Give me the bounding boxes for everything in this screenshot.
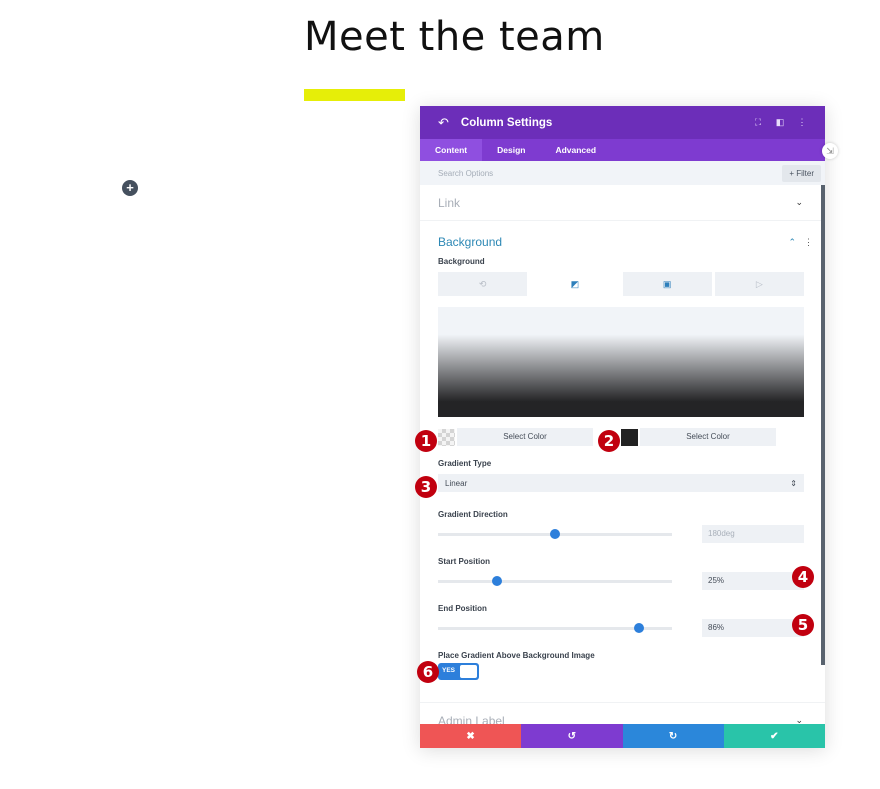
redo-icon: ↻ — [668, 730, 678, 742]
section-menu-icon[interactable]: ⋮ — [804, 237, 813, 248]
tab-content[interactable]: Content — [420, 139, 483, 161]
search-options-input[interactable]: Search Options — [438, 169, 782, 178]
link-section-label: Link — [438, 195, 461, 210]
gradient-type-select[interactable]: Linear ⇕ — [438, 474, 804, 492]
gradient-icon: ◩ — [570, 278, 580, 289]
modal-resize-handle[interactable]: ⇲ — [822, 143, 838, 159]
background-type-tabs: ⟲ ◩ ▣ ▷ — [438, 272, 804, 296]
gradient-direction-field: Gradient Direction 180deg — [438, 510, 813, 543]
end-position-field: End Position 86% — [438, 604, 813, 637]
bg-tab-gradient[interactable]: ◩ — [530, 272, 620, 296]
modal-header: ↶ Column Settings ⛶ ◧ ⋮ — [420, 106, 825, 139]
close-icon: ✖ — [466, 730, 475, 742]
background-section-header[interactable]: Background ⌃ ⋮ — [438, 235, 813, 249]
annotation-badge-3: 3 — [415, 476, 437, 498]
back-icon[interactable]: ↶ — [438, 115, 449, 131]
redo-button[interactable]: ↻ — [622, 724, 724, 748]
undo-icon: ↺ — [567, 730, 577, 742]
settings-scroll-area: Link ⌄ Background ⌃ ⋮ Background ⟲ ◩ ▣ ▷… — [420, 185, 825, 724]
checkmark-icon: ✔ — [770, 730, 779, 742]
place-gradient-toggle[interactable]: YES — [438, 663, 479, 680]
start-position-field: Start Position 25% — [438, 557, 813, 590]
column-settings-modal: ↶ Column Settings ⛶ ◧ ⋮ Content Design A… — [420, 106, 825, 748]
page-title: Meet the team — [304, 14, 605, 60]
end-select-color-button[interactable]: Select Color — [640, 428, 776, 446]
gradient-type-value: Linear — [445, 478, 468, 488]
undo-button[interactable]: ↺ — [521, 724, 623, 748]
annotation-badge-2: 2 — [598, 430, 620, 452]
more-options-icon[interactable]: ⋮ — [791, 117, 813, 128]
bg-tab-image[interactable]: ▣ — [622, 272, 712, 296]
start-color-swatch[interactable] — [438, 428, 455, 446]
save-button[interactable]: ✔ — [723, 724, 825, 748]
tab-advanced[interactable]: Advanced — [540, 139, 611, 161]
discard-button[interactable]: ✖ — [420, 724, 522, 748]
chevron-up-icon[interactable]: ⌃ — [788, 237, 796, 248]
gradient-colors-row: Select Color Select Color — [438, 427, 813, 447]
scrollbar[interactable] — [821, 185, 825, 665]
end-position-slider[interactable] — [438, 622, 672, 633]
start-select-color-button[interactable]: Select Color — [457, 428, 593, 446]
split-view-icon[interactable]: ◧ — [769, 117, 791, 128]
background-section-label: Background — [438, 235, 503, 249]
admin-label-section-label: Admin Label — [438, 713, 505, 725]
slider-handle[interactable] — [491, 575, 502, 586]
gradient-direction-label: Gradient Direction — [438, 510, 508, 519]
start-position-input[interactable]: 25% — [702, 572, 804, 590]
end-position-input[interactable]: 86% — [702, 619, 804, 637]
search-row: Search Options + Filter — [420, 161, 825, 185]
toggle-thumb — [460, 665, 477, 678]
select-arrows-icon: ⇕ — [790, 478, 797, 488]
modal-title: Column Settings — [460, 116, 553, 129]
gradient-type-label: Gradient Type — [438, 459, 492, 468]
background-section: Background ⌃ ⋮ Background ⟲ ◩ ▣ ▷ Select… — [420, 221, 825, 680]
bg-tab-color[interactable]: ⟲ — [438, 272, 528, 296]
place-gradient-label: Place Gradient Above Background Image — [438, 651, 595, 660]
gradient-preview — [438, 307, 804, 417]
bg-tab-video[interactable]: ▷ — [714, 272, 804, 296]
image-icon: ▣ — [662, 278, 672, 289]
annotation-badge-4: 4 — [792, 566, 814, 588]
end-color-swatch[interactable] — [621, 428, 638, 446]
background-field-label: Background — [438, 257, 485, 266]
annotation-badge-1: 1 — [415, 430, 437, 452]
toggle-yes-label: YES — [442, 667, 456, 674]
fullscreen-icon[interactable]: ⛶ — [747, 117, 769, 128]
gradient-direction-slider[interactable] — [438, 528, 672, 539]
settings-tabs: Content Design Advanced — [420, 139, 825, 161]
start-position-label: Start Position — [438, 557, 491, 566]
start-position-slider[interactable] — [438, 575, 672, 586]
chevron-down-icon: ⌄ — [795, 197, 803, 207]
link-section-toggle[interactable]: Link ⌄ — [420, 185, 825, 221]
slider-handle[interactable] — [550, 528, 560, 539]
chevron-down-icon: ⌄ — [795, 715, 803, 724]
tab-design[interactable]: Design — [482, 139, 540, 161]
annotation-badge-6: 6 — [417, 661, 439, 683]
slider-handle[interactable] — [634, 622, 645, 633]
filter-button[interactable]: + Filter — [782, 164, 821, 182]
add-row-button[interactable]: + — [122, 180, 138, 196]
modal-footer: ✖ ↺ ↻ ✔ — [420, 724, 825, 748]
video-icon: ▷ — [755, 278, 763, 289]
admin-label-section-toggle[interactable]: Admin Label ⌄ — [420, 702, 825, 724]
annotation-badge-5: 5 — [792, 614, 814, 636]
title-underline — [304, 89, 405, 101]
gradient-direction-input[interactable]: 180deg — [702, 525, 804, 543]
end-position-label: End Position — [438, 604, 487, 613]
paint-bucket-icon: ⟲ — [478, 278, 487, 289]
